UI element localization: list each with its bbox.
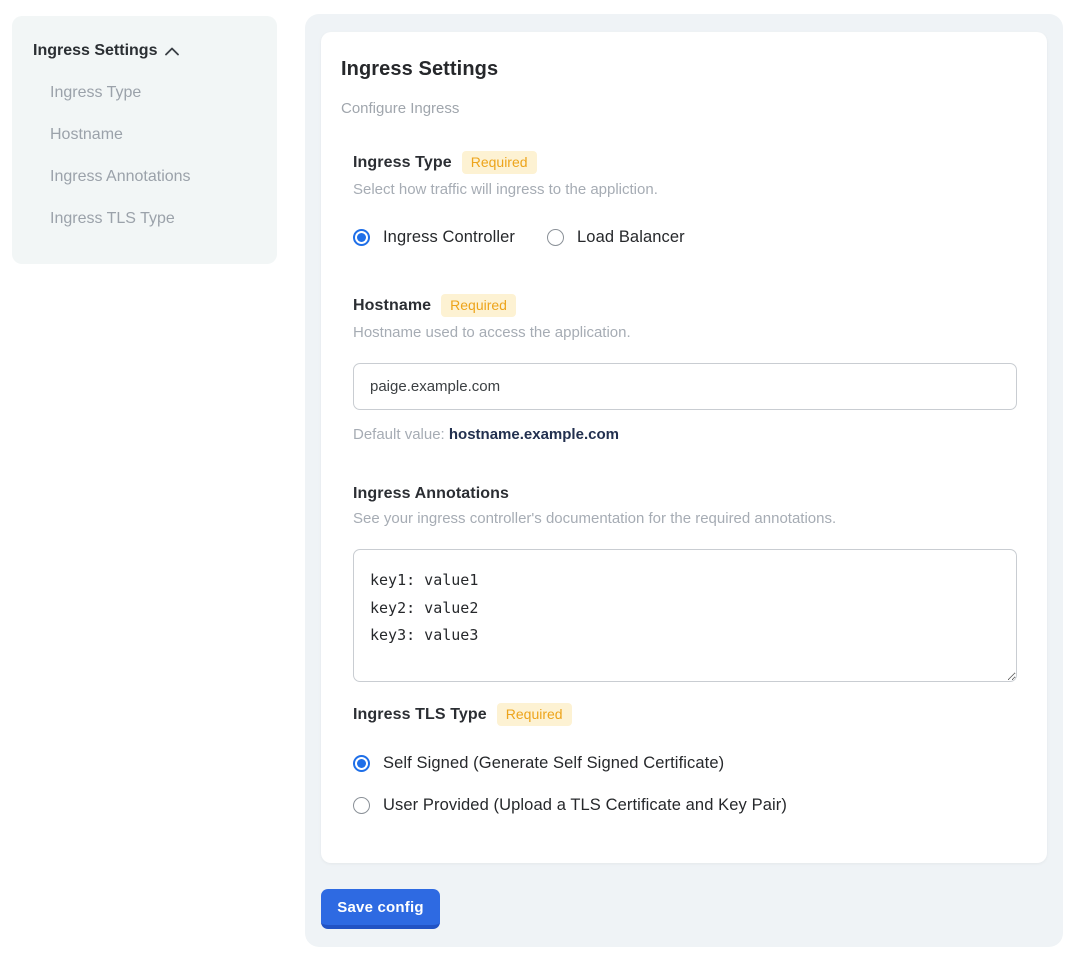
main-panel: Ingress Settings Configure Ingress Ingre… bbox=[305, 14, 1063, 947]
hostname-default-value-text: hostname.example.com bbox=[449, 426, 619, 443]
hostname-default-value: Default value: hostname.example.com bbox=[353, 426, 1016, 443]
hostname-input[interactable] bbox=[353, 363, 1017, 410]
radio-button-icon[interactable] bbox=[353, 755, 370, 772]
radio-self-signed[interactable]: Self Signed (Generate Self Signed Certif… bbox=[353, 754, 1016, 773]
ingress-annotations-description: See your ingress controller's documentat… bbox=[353, 510, 1016, 527]
hostname-group: Hostname Required Hostname used to acces… bbox=[353, 294, 1016, 443]
sidebar: Ingress Settings Ingress Type Hostname I… bbox=[12, 16, 277, 264]
ingress-tls-type-radio-group: Self Signed (Generate Self Signed Certif… bbox=[353, 754, 1016, 815]
required-badge: Required bbox=[462, 151, 537, 174]
required-badge: Required bbox=[497, 703, 572, 726]
ingress-type-description: Select how traffic will ingress to the a… bbox=[353, 181, 1016, 198]
page-subtitle: Configure Ingress bbox=[341, 100, 1016, 117]
ingress-annotations-group: Ingress Annotations See your ingress con… bbox=[353, 485, 1016, 682]
sidebar-item-ingress-tls-type[interactable]: Ingress TLS Type bbox=[33, 210, 257, 228]
sidebar-item-hostname[interactable]: Hostname bbox=[33, 126, 257, 144]
radio-load-balancer[interactable]: Load Balancer bbox=[547, 228, 685, 247]
ingress-settings-card: Ingress Settings Configure Ingress Ingre… bbox=[321, 32, 1047, 863]
radio-button-icon[interactable] bbox=[353, 797, 370, 814]
ingress-type-group: Ingress Type Required Select how traffic… bbox=[353, 151, 1016, 247]
chevron-up-icon bbox=[165, 47, 179, 56]
ingress-tls-type-group: Ingress TLS Type Required Self Signed (G… bbox=[353, 703, 1016, 815]
radio-button-icon[interactable] bbox=[547, 229, 564, 246]
ingress-type-label: Ingress Type bbox=[353, 154, 452, 172]
hostname-label: Hostname bbox=[353, 297, 431, 315]
sidebar-header-ingress-settings[interactable]: Ingress Settings bbox=[33, 42, 257, 60]
sidebar-item-ingress-type[interactable]: Ingress Type bbox=[33, 84, 257, 102]
radio-label: Ingress Controller bbox=[383, 228, 515, 247]
sidebar-item-ingress-annotations[interactable]: Ingress Annotations bbox=[33, 168, 257, 186]
ingress-type-radio-group: Ingress Controller Load Balancer bbox=[353, 228, 1016, 247]
page-title: Ingress Settings bbox=[341, 58, 1016, 81]
radio-label: Load Balancer bbox=[577, 228, 685, 247]
ingress-annotations-label: Ingress Annotations bbox=[353, 485, 509, 503]
radio-button-icon[interactable] bbox=[353, 229, 370, 246]
radio-user-provided[interactable]: User Provided (Upload a TLS Certificate … bbox=[353, 796, 1016, 815]
radio-label: User Provided (Upload a TLS Certificate … bbox=[383, 796, 787, 815]
sidebar-header-label: Ingress Settings bbox=[33, 42, 157, 60]
ingress-annotations-textarea[interactable]: key1: value1 key2: value2 key3: value3 bbox=[353, 549, 1017, 682]
save-config-button[interactable]: Save config bbox=[321, 889, 440, 929]
hostname-description: Hostname used to access the application. bbox=[353, 324, 1016, 341]
radio-label: Self Signed (Generate Self Signed Certif… bbox=[383, 754, 724, 773]
radio-ingress-controller[interactable]: Ingress Controller bbox=[353, 228, 515, 247]
ingress-tls-type-label: Ingress TLS Type bbox=[353, 706, 487, 724]
required-badge: Required bbox=[441, 294, 516, 317]
